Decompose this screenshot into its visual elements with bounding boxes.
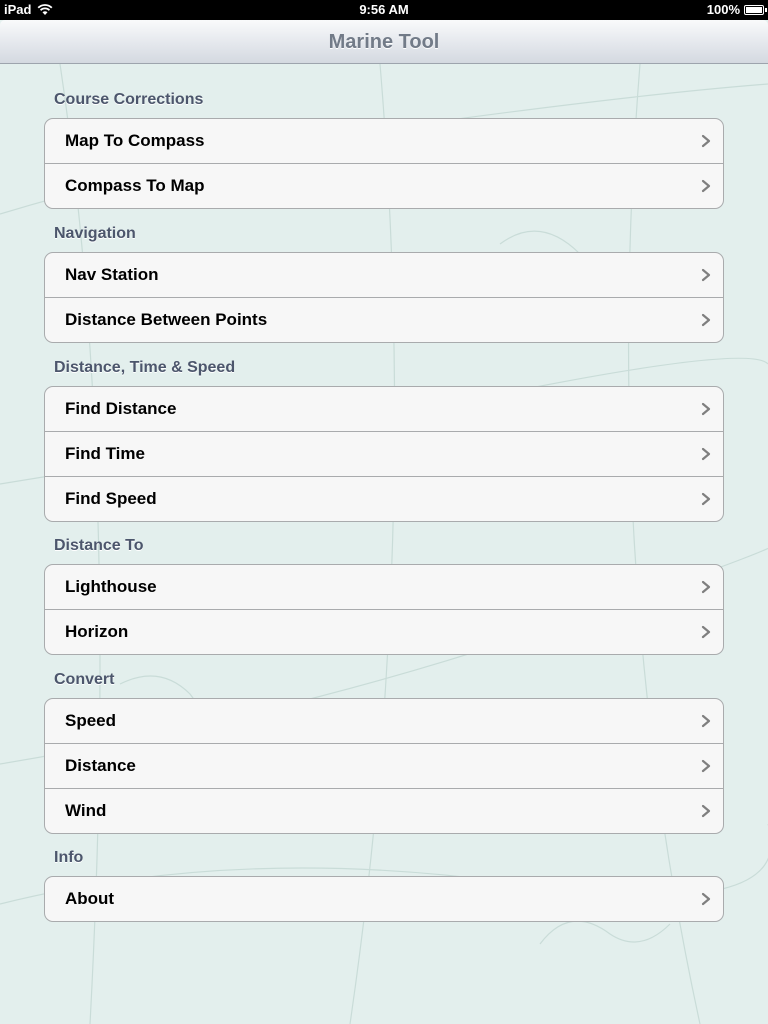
- row-nav-station[interactable]: Nav Station: [45, 253, 723, 298]
- navigation-bar: Marine Tool: [0, 20, 768, 64]
- chevron-right-icon: [701, 402, 711, 416]
- battery-percent: 100%: [706, 2, 740, 17]
- chevron-right-icon: [701, 714, 711, 728]
- chevron-right-icon: [701, 447, 711, 461]
- row-map-to-compass[interactable]: Map To Compass: [45, 119, 723, 164]
- row-label: Lighthouse: [65, 577, 157, 596]
- row-label: Speed: [65, 711, 117, 730]
- section-header-navigation: Navigation: [54, 225, 136, 242]
- row-label: Distance: [65, 756, 136, 775]
- row-label: Compass To Map: [65, 176, 205, 195]
- row-convert-wind[interactable]: Wind: [45, 789, 723, 833]
- battery-icon: [744, 4, 767, 15]
- row-about[interactable]: About: [45, 877, 723, 921]
- group-distance-to: Lighthouse Horizon: [44, 564, 724, 655]
- row-label: Horizon: [65, 622, 129, 641]
- row-label: Wind: [65, 801, 107, 820]
- group-distance-time-speed: Find Distance Find Time Find Speed: [44, 386, 724, 522]
- row-find-speed[interactable]: Find Speed: [45, 477, 723, 521]
- section-header-info: Info: [54, 849, 84, 866]
- status-right: 100%: [706, 2, 767, 17]
- row-distance-between-points[interactable]: Distance Between Points: [45, 298, 723, 342]
- chevron-right-icon: [701, 759, 711, 773]
- row-label: Find Speed: [65, 489, 157, 508]
- group-navigation: Nav Station Distance Between Points: [44, 252, 724, 343]
- row-horizon[interactable]: Horizon: [45, 610, 723, 654]
- chevron-right-icon: [701, 268, 711, 282]
- group-info: About: [44, 876, 724, 922]
- row-label: Nav Station: [65, 265, 159, 284]
- section-header-distance-to: Distance To: [54, 537, 144, 554]
- chevron-right-icon: [701, 804, 711, 818]
- row-convert-distance[interactable]: Distance: [45, 744, 723, 789]
- chevron-right-icon: [701, 492, 711, 506]
- chevron-right-icon: [701, 580, 711, 594]
- status-bar: iPad 9:56 AM 100%: [0, 0, 768, 20]
- page-title: Marine Tool: [328, 31, 440, 53]
- chevron-right-icon: [701, 892, 711, 906]
- row-compass-to-map[interactable]: Compass To Map: [45, 164, 723, 208]
- section-header-distance-time-speed: Distance, Time & Speed: [54, 359, 236, 376]
- group-course-corrections: Map To Compass Compass To Map: [44, 118, 724, 209]
- chevron-right-icon: [701, 313, 711, 327]
- row-label: About: [65, 889, 115, 908]
- chevron-right-icon: [701, 625, 711, 639]
- section-header-convert: Convert: [54, 671, 115, 688]
- status-time: 9:56 AM: [359, 2, 409, 17]
- row-label: Find Distance: [65, 399, 177, 418]
- group-convert: Speed Distance Wind: [44, 698, 724, 834]
- row-label: Find Time: [65, 444, 145, 463]
- row-lighthouse[interactable]: Lighthouse: [45, 565, 723, 610]
- row-label: Distance Between Points: [65, 310, 268, 329]
- chevron-right-icon: [701, 134, 711, 148]
- row-find-time[interactable]: Find Time: [45, 432, 723, 477]
- row-convert-speed[interactable]: Speed: [45, 699, 723, 744]
- chevron-right-icon: [701, 179, 711, 193]
- section-header-course-corrections: Course Corrections: [54, 91, 204, 108]
- row-find-distance[interactable]: Find Distance: [45, 387, 723, 432]
- row-label: Map To Compass: [65, 131, 205, 150]
